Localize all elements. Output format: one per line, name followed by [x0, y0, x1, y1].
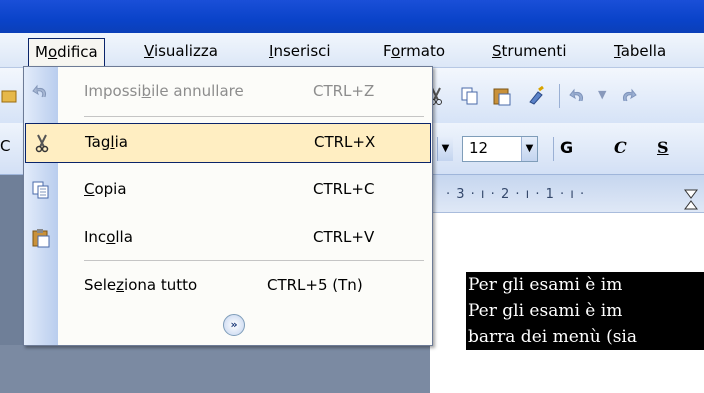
menu-visualizza[interactable]: Visualizza [138, 38, 224, 64]
underline-button[interactable]: S [657, 138, 669, 157]
label-part: ia [114, 133, 128, 151]
toolbar-separator [559, 84, 560, 108]
menu-item-label: Incolla [84, 228, 133, 246]
menu-formato[interactable]: Formato [377, 38, 451, 64]
font-size-combo[interactable]: 12 ▼ [462, 136, 538, 162]
font-name-combo-text[interactable]: C [0, 137, 10, 155]
document-page[interactable]: Per gli esami è im Per gli esami è im ba… [430, 213, 704, 393]
workspace-background [0, 345, 430, 393]
italic-button[interactable]: C [614, 138, 627, 157]
menu-mnemonic: T [614, 42, 621, 60]
label-part: iona tutto [124, 276, 198, 294]
paste-icon[interactable] [492, 86, 512, 106]
font-name-dropdown-icon[interactable]: ▼ [437, 137, 453, 161]
menu-label-part: abella [620, 42, 667, 60]
menu-strumenti[interactable]: Strumenti [486, 38, 572, 64]
menu-item-label: Copia [84, 180, 127, 198]
menu-label-part: M [35, 43, 48, 61]
menu-item-shortcut: CTRL+5 (Tn) [267, 276, 363, 294]
label-mnemonic: b [141, 82, 152, 100]
expand-menu-chevron-icon[interactable]: » [223, 314, 245, 336]
menu-item-shortcut: CTRL+C [313, 180, 375, 198]
menu-label-part: trumenti [501, 42, 567, 60]
menu-mnemonic: o [391, 42, 401, 60]
modifica-dropdown-menu: Impossibile annullare CTRL+Z Taglia CTRL… [23, 66, 433, 346]
open-icon[interactable] [0, 86, 20, 106]
menu-bar: Modifica Visualizza Inserisci Formato St… [0, 33, 704, 68]
document-line[interactable]: Per gli esami è im [466, 272, 704, 298]
menu-item-shortcut: CTRL+X [314, 133, 376, 151]
window-title-bar [0, 0, 704, 33]
label-part: Sele [84, 276, 117, 294]
menu-item-shortcut: CTRL+Z [313, 82, 375, 100]
menu-item-shortcut: CTRL+V [313, 228, 375, 246]
redo-icon[interactable] [618, 86, 638, 106]
bold-button[interactable]: G [560, 138, 573, 157]
font-size-dropdown-icon[interactable]: ▼ [521, 137, 537, 161]
menu-item-copy[interactable]: Copia CTRL+C [24, 171, 432, 211]
menu-mnemonic: S [492, 42, 502, 60]
copy-icon [32, 181, 49, 199]
label-mnemonic: z [116, 276, 125, 294]
menu-item-label: Seleziona tutto [84, 276, 197, 294]
document-line[interactable]: Per gli esami è im [466, 298, 704, 324]
horizontal-ruler[interactable]: · 3 · ı · 2 · ı · 1 · ı · [430, 175, 704, 213]
menu-item-undo[interactable]: Impossibile annullare CTRL+Z [24, 73, 432, 113]
format-painter-icon[interactable] [526, 86, 546, 106]
undo-icon[interactable] [568, 86, 588, 106]
menu-label-part: rmato [400, 42, 446, 60]
menu-modifica[interactable]: Modifica [28, 38, 105, 68]
paste-icon [32, 229, 50, 248]
menu-inserisci[interactable]: Inserisci [263, 38, 337, 64]
menu-separator [84, 116, 424, 117]
document-line[interactable]: barra dei menù (sia [466, 324, 704, 350]
indent-marker-icon[interactable] [684, 189, 698, 211]
ruler-ticks: · 3 · ı · 2 · ı · 1 · ı · [446, 187, 586, 202]
toolbar-separator [553, 137, 554, 161]
copy-icon[interactable] [460, 86, 480, 106]
label-part: Impossi [84, 82, 142, 100]
menu-item-label: Taglia [85, 133, 128, 151]
undo-icon [32, 84, 46, 98]
label-part: Tag [85, 133, 111, 151]
font-size-value: 12 [469, 139, 489, 157]
menu-label-part: nserisci [273, 42, 331, 60]
label-mnemonic: o [106, 228, 116, 246]
menu-item-paste[interactable]: Incolla CTRL+V [24, 219, 432, 259]
menu-item-select-all[interactable]: Seleziona tutto CTRL+5 (Tn) [24, 267, 432, 307]
label-part: ile annullare [151, 82, 244, 100]
menu-label-part: difica [57, 43, 98, 61]
label-mnemonic: C [84, 180, 95, 198]
undo-dropdown-icon[interactable]: ▼ [598, 88, 606, 101]
menu-label-part: F [383, 42, 392, 60]
menu-item-label: Impossibile annullare [84, 82, 244, 100]
scissors-icon [35, 134, 49, 153]
label-part: opia [94, 180, 127, 198]
menu-mnemonic: V [144, 42, 154, 60]
menu-separator [84, 260, 424, 261]
menu-mnemonic: o [47, 43, 58, 61]
label-part: Inc [84, 228, 107, 246]
label-part: lla [115, 228, 133, 246]
menu-item-cut[interactable]: Taglia CTRL+X [25, 123, 431, 163]
menu-tabella[interactable]: Tabella [608, 38, 672, 64]
menu-label-part: isualizza [153, 42, 218, 60]
